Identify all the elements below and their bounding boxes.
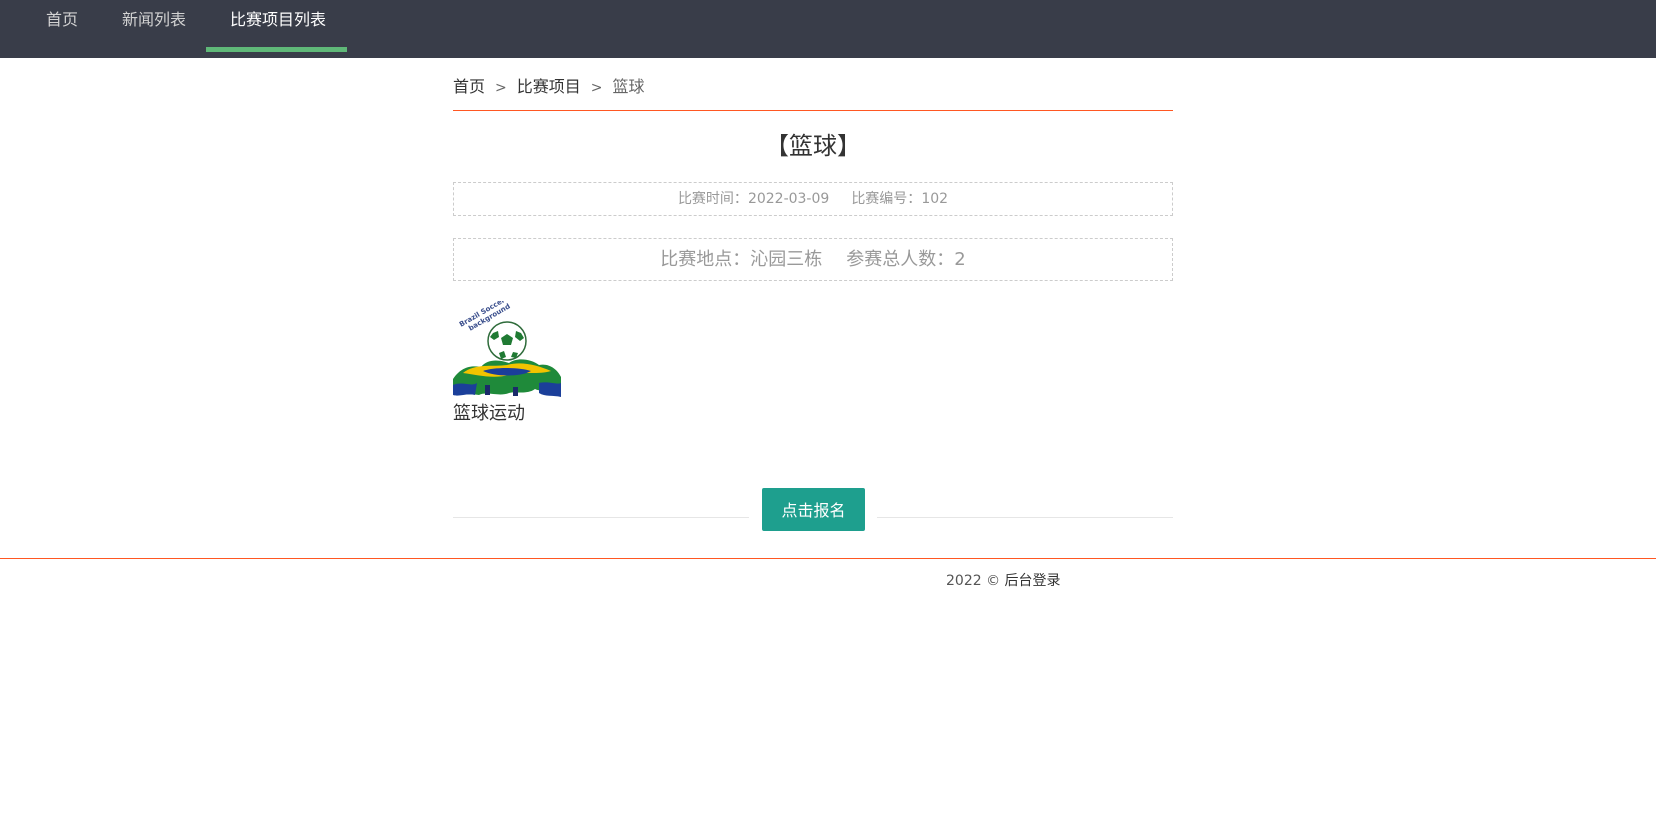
breadcrumb-events-link[interactable]: 比赛项目 [517,77,581,96]
event-code-value: 102 [921,191,949,207]
event-time-code-box: 比赛时间：2022-03-09 比赛编号：102 [453,182,1173,216]
breadcrumb-separator: > [495,80,507,96]
footer: 2022 © 后台登录 [946,570,1061,592]
page-title: 【篮球】 [765,132,861,160]
nav-item-news-list[interactable]: 新闻列表 [121,0,187,58]
event-location-label: 比赛地点： [660,249,751,270]
event-time-value: 2022-03-09 [747,191,830,207]
event-participants-label: 参赛总人数： [846,249,955,270]
event-location-participants-box: 比赛地点：沁园三栋 参赛总人数：2 [453,238,1173,281]
breadcrumb-home-link[interactable]: 首页 [453,77,485,96]
event-code-label: 比赛编号： [851,191,922,207]
event-participants-value: 2 [954,249,966,270]
divider-left [453,517,749,518]
breadcrumb-separator: > [590,80,603,96]
breadcrumb-current: 篮球 [612,77,645,96]
event-image: Brazil Soccer background [453,301,561,399]
admin-login-link[interactable]: 后台登录 [1005,573,1061,589]
divider-right [877,517,1173,518]
footer-copyright: 2022 © [946,573,1005,589]
event-time-label: 比赛时间： [677,191,748,207]
footer-divider [0,558,1656,559]
event-location-value: 沁园三栋 [750,249,823,270]
nav-active-indicator [206,47,347,52]
nav-item-home[interactable]: 首页 [44,0,80,58]
breadcrumb: 首页 > 比赛项目 > 篮球 [453,74,1173,111]
signup-button[interactable]: 点击报名 [762,488,865,531]
soccer-ball-illustration: Brazil Soccer background [453,301,561,397]
event-image-caption: 篮球运动 [453,403,525,424]
top-navbar: 首页 新闻列表 比赛项目列表 [0,0,1656,58]
